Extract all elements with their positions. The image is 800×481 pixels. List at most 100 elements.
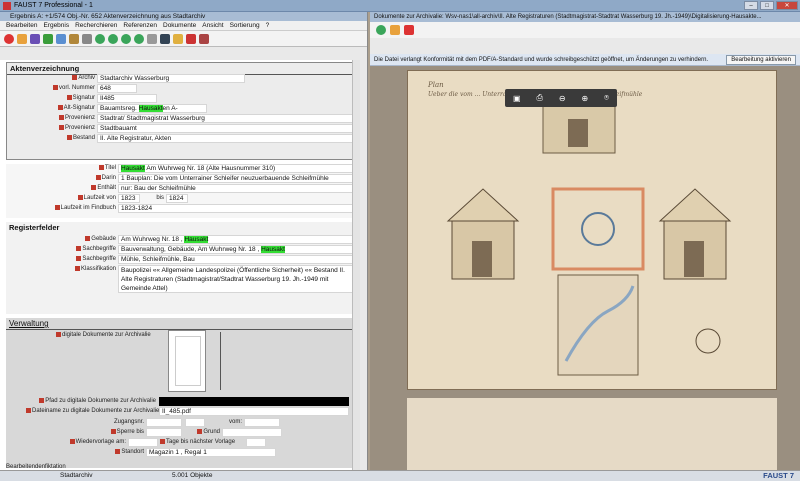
sachbegriffe-field-1[interactable]: Bauverwaltung, Gebäude, Am Wuhrweg Nr. 1… — [118, 245, 356, 254]
status-archive: Stadtarchiv — [60, 472, 93, 479]
delete-icon[interactable] — [186, 33, 196, 44]
datei-field[interactable]: II_485.pdf — [159, 407, 349, 416]
gebaude-field[interactable]: Am Wuhrweg Nr. 18 , Hausakt — [118, 235, 356, 244]
archiv-label: Archiv — [27, 75, 95, 81]
laufzeit-von-field[interactable]: 1823 — [118, 194, 140, 203]
enthalt-field[interactable]: nur: Bau der Schleifmühle — [118, 184, 356, 193]
menu-referenzen[interactable]: Referenzen — [123, 21, 157, 30]
section-header-verwaltung: Verwaltung — [6, 318, 358, 330]
prev-icon[interactable] — [95, 33, 105, 44]
document-thumbnail[interactable] — [168, 330, 206, 392]
acrobat-icon[interactable]: ⍟ — [604, 93, 609, 103]
vom-field[interactable] — [244, 418, 280, 427]
stop-icon[interactable] — [4, 33, 14, 44]
pen-icon[interactable] — [199, 33, 209, 44]
standort-field[interactable]: Magazin 1 , Regal 1 — [146, 448, 276, 457]
pfad-field[interactable] — [159, 397, 349, 406]
menu-bearbeiten[interactable]: Bearbeiten — [6, 21, 37, 30]
zoom-in-icon[interactable]: ⊕ — [582, 94, 589, 103]
titel-field[interactable]: Hausakt Am Wuhrweg Nr. 18 (Alte Hausnumm… — [118, 164, 356, 173]
grid-icon[interactable] — [56, 33, 66, 44]
laufzeit-bis-field[interactable]: 1824 — [166, 194, 188, 203]
menu-sortierung[interactable]: Sortierung — [230, 21, 260, 30]
down-icon[interactable] — [121, 33, 131, 44]
menu-dokumente[interactable]: Dokumente — [163, 21, 196, 30]
darin-field[interactable]: 1 Bauplan: Die vom Unterrainer Schleifer… — [118, 174, 356, 183]
mill-drawing — [446, 92, 732, 376]
provenienz-label-1: Provenienz — [27, 115, 95, 121]
print-icon[interactable] — [147, 33, 157, 44]
document-viewer: Dokumente zur Archivalie: Wsv-nas1\all-a… — [370, 12, 800, 478]
first-icon[interactable] — [17, 33, 27, 44]
record-window-title: Ergebnis A: +1/574 Obj.-Nr. 652 Aktenver… — [0, 12, 367, 21]
archiv-field[interactable]: Stadtarchiv Wasserburg — [97, 74, 245, 83]
klassifikation-field[interactable]: Baupolizei «« Allgemeine Landespolizei (… — [118, 265, 356, 293]
enable-editing-button[interactable]: Bearbeitung aktivieren — [726, 55, 796, 65]
laufzeit-label: Laufzeit von — [26, 195, 116, 201]
cut-icon[interactable] — [82, 33, 92, 44]
scanned-plan-page: Plan Ueber die vom ... Unterrainer Schle… — [407, 70, 777, 390]
status-count: 5.001 Objekte — [172, 472, 213, 479]
titel-section: Titel Hausakt Am Wuhrweg Nr. 18 (Alte Ha… — [6, 164, 358, 218]
record-form: Aktenverzeichnung Archiv Stadtarchiv Was… — [0, 60, 360, 477]
stamp-icon[interactable] — [69, 33, 79, 44]
menu-bar: Bearbeiten Ergebnis Recherchieren Refere… — [0, 21, 367, 31]
next-icon[interactable] — [134, 33, 144, 44]
bestand-field[interactable]: II. Alte Registratur, Akten — [97, 134, 357, 143]
refresh-icon[interactable] — [376, 25, 386, 35]
zugangsnr-year-field[interactable] — [185, 418, 205, 427]
record-window: Ergebnis A: +1/574 Obj.-Nr. 652 Aktenver… — [0, 12, 368, 481]
tage-label: Tage bis nächster Vorlage — [160, 439, 244, 445]
alt-signatur-field[interactable]: Bauamtsreg. Hausakten A- — [97, 104, 207, 113]
provenienz-field-1[interactable]: Stadtrat/ Stadtmagistrat Wasserburg — [97, 114, 357, 123]
viewer-toolbar — [370, 22, 800, 38]
laufzeit-bis-label: bis — [156, 195, 164, 201]
edit-icon[interactable] — [30, 33, 40, 44]
sperre-label: Sperre bis — [26, 429, 144, 435]
menu-recherchieren[interactable]: Recherchieren — [75, 21, 117, 30]
sachbegriffe-label-2: Sachbegriffe — [26, 256, 116, 262]
notice-text: Die Datei verlangt Konformität mit dem P… — [374, 57, 709, 63]
sachbegriffe-field-2[interactable]: Mühle, Schleifmühle, Bau — [118, 255, 356, 264]
export-icon[interactable] — [390, 25, 400, 35]
sperre-field[interactable] — [146, 428, 182, 437]
findbuch-field[interactable]: 1823-1824 — [118, 204, 356, 213]
menu-ansicht[interactable]: Ansicht — [202, 21, 223, 30]
tage-field[interactable] — [246, 438, 266, 447]
pdf-print-icon[interactable]: ⎙ — [536, 93, 542, 103]
vorl-nummer-field[interactable]: 648 — [97, 84, 137, 93]
provenienz-label-2: Provenienz — [27, 125, 95, 131]
minimize-button[interactable]: – — [744, 1, 758, 10]
zoom-out-icon[interactable]: ⊖ — [559, 94, 566, 103]
grund-field[interactable] — [222, 428, 282, 437]
pdf-save-icon[interactable]: ▣ — [513, 94, 521, 103]
signatur-label: Signatur — [27, 95, 95, 101]
form-scrollbar[interactable] — [352, 60, 360, 477]
maximize-button[interactable]: □ — [760, 1, 774, 10]
up-icon[interactable] — [108, 33, 118, 44]
scanned-page-2 — [407, 398, 777, 478]
gebaude-label: Gebäude — [26, 236, 116, 242]
save-icon[interactable] — [160, 33, 170, 44]
close-button[interactable]: ✕ — [776, 1, 798, 10]
menu-help[interactable]: ? — [266, 21, 270, 30]
wiedervorlage-field[interactable] — [128, 438, 158, 447]
section-header-register: Registerfelder — [9, 223, 60, 232]
thumbnail-divider — [220, 332, 221, 390]
zugangsnr-field[interactable] — [146, 418, 182, 427]
signatur-field[interactable]: II485 — [97, 94, 157, 103]
status-bar: Stadtarchiv 5.001 Objekte FAUST 7 — [0, 470, 800, 481]
window-controls: – □ ✕ — [744, 1, 798, 10]
aktenverzeichnung-section: Aktenverzeichnung Archiv Stadtarchiv Was… — [6, 62, 358, 160]
pdf-floating-toolbar: ▣ ⎙ ⊖ ⊕ ⍟ — [505, 89, 617, 107]
status-brand: FAUST 7 — [763, 471, 794, 480]
titel-label: Titel — [26, 165, 116, 171]
check-icon[interactable] — [43, 33, 53, 44]
provenienz-field-2[interactable]: Stadtbauamt — [97, 124, 357, 133]
pdfa-notice-bar: Die Datei verlangt Konformität mit dem P… — [370, 54, 800, 66]
pdf-icon[interactable] — [404, 25, 414, 35]
title-bar: FAUST 7 Professional - 1 – □ ✕ — [0, 0, 800, 12]
menu-ergebnis[interactable]: Ergebnis — [43, 21, 69, 30]
pdf-canvas[interactable]: Plan Ueber die vom ... Unterrainer Schle… — [370, 66, 800, 478]
folder-icon[interactable] — [173, 33, 183, 44]
